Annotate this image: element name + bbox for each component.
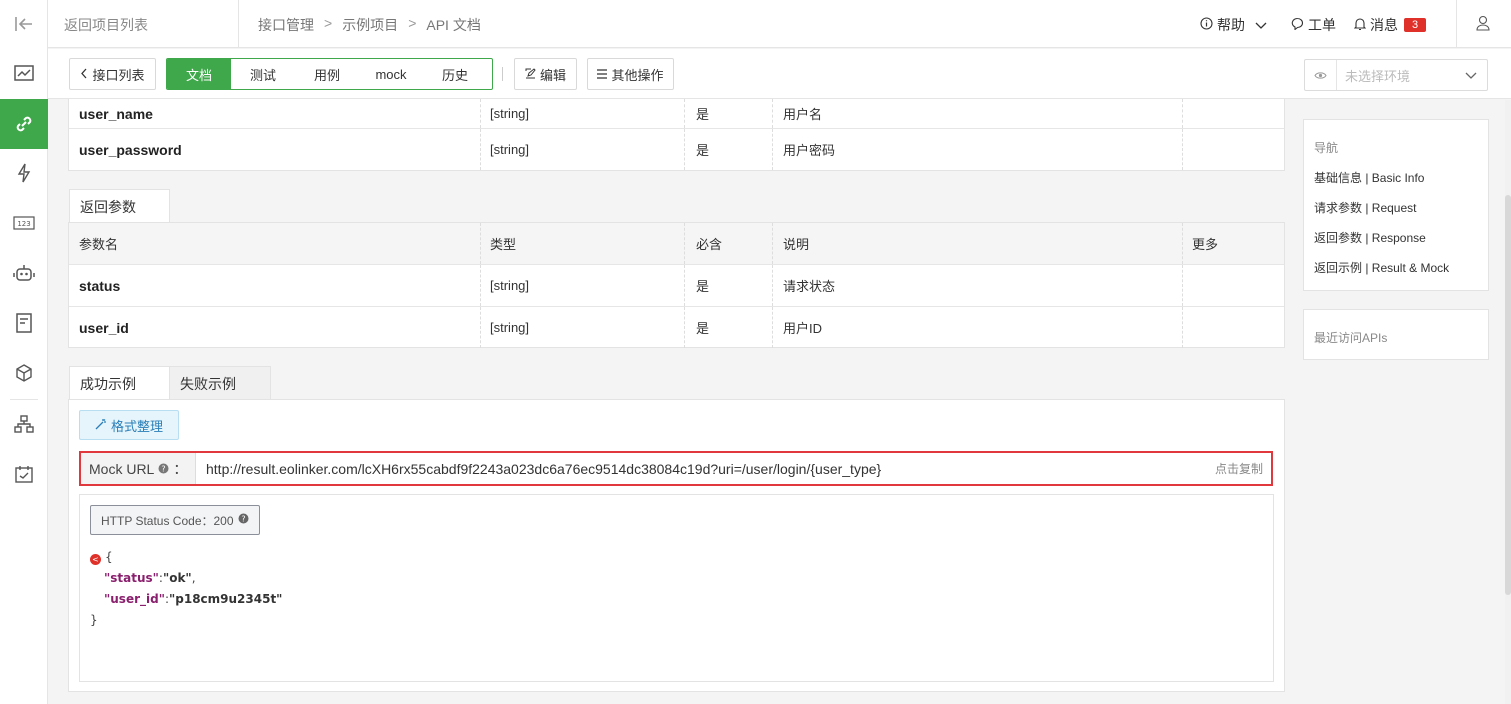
sidebar-dashboard-icon[interactable] <box>0 49 48 97</box>
nav-item-request[interactable]: 请求参数 | Request <box>1314 199 1416 216</box>
help-label: 帮助 <box>1217 17 1245 33</box>
left-sidebar: 123 <box>0 0 48 704</box>
tab-history[interactable]: 历史 <box>423 59 487 89</box>
user-icon[interactable] <box>1476 15 1490 34</box>
menu-lines-icon <box>597 67 608 82</box>
recent-apis-title: 最近访问APIs <box>1314 331 1388 345</box>
api-toolbar: 接口列表 文档 测试 用例 mock 历史 编辑 其他操作 未选择环境 <box>48 49 1511 99</box>
recent-apis: 最近访问APIs <box>1303 309 1489 360</box>
table-header-row: 参数名 类型 必含 说明 更多 <box>69 223 1284 265</box>
tab-response-params[interactable]: 返回参数 <box>69 189 170 223</box>
mock-url-field: Mock URL ? ： http://result.eolinker.com/… <box>79 451 1273 486</box>
chevron-right-icon: > <box>324 15 333 31</box>
sidebar-document-icon[interactable] <box>0 299 48 347</box>
breadcrumb-item[interactable]: 接口管理 <box>258 15 314 35</box>
collapse-sidebar-icon[interactable] <box>0 0 48 48</box>
json-viewer: <{ "status":"ok", "user_id":"p18cm9u2345… <box>90 550 283 627</box>
nav-item-response[interactable]: 返回参数 | Response <box>1314 229 1426 246</box>
edit-button[interactable]: 编辑 <box>514 58 577 90</box>
magic-wand-icon <box>95 418 107 433</box>
tab-doc[interactable]: 文档 <box>167 59 231 89</box>
breadcrumb-item: API 文档 <box>426 17 481 33</box>
response-example-box: HTTP Status Code：200 ? <{ "status":"ok",… <box>79 494 1274 682</box>
environment-select[interactable]: 未选择环境 <box>1304 59 1488 91</box>
table-row: status [string] 是 请求状态 <box>69 265 1284 307</box>
chevron-down-icon <box>1465 68 1487 83</box>
navigation-title: 导航 <box>1314 141 1339 155</box>
sidebar-lightning-icon[interactable] <box>0 149 48 197</box>
svg-text:?: ? <box>162 464 166 473</box>
svg-text:123: 123 <box>17 220 30 228</box>
table-row: user_id [string] 是 用户ID <box>69 307 1284 348</box>
tab-test[interactable]: 测试 <box>231 59 295 89</box>
tab-success-example[interactable]: 成功示例 <box>69 366 170 400</box>
messages-button[interactable]: 消息 3 <box>1353 15 1427 35</box>
sidebar-robot-icon[interactable] <box>0 249 48 297</box>
page-navigation: 导航 基础信息 | Basic Info 请求参数 | Request 返回参数… <box>1303 119 1489 291</box>
breadcrumb: 接口管理 > 示例项目 > API 文档 <box>258 15 481 35</box>
help-circle-icon[interactable]: ? <box>158 461 169 477</box>
sidebar-calendar-icon[interactable] <box>0 450 48 498</box>
tab-failure-example[interactable]: 失败示例 <box>169 366 271 400</box>
sidebar-hierarchy-icon[interactable] <box>0 400 48 448</box>
help-circle-icon: ? <box>238 513 249 527</box>
table-row: user_name [string] 是 用户名 <box>69 99 1284 129</box>
chevron-down-icon <box>1255 17 1267 33</box>
ticket-label: 工单 <box>1308 17 1336 33</box>
chevron-right-icon: > <box>408 15 417 31</box>
mock-url-value[interactable]: http://result.eolinker.com/lcXH6rx55cabd… <box>196 461 1215 477</box>
chevron-left-icon <box>80 67 88 82</box>
sidebar-123-icon[interactable]: 123 <box>0 199 48 247</box>
bell-icon <box>1353 17 1367 34</box>
tab-cases[interactable]: 用例 <box>295 59 359 89</box>
nav-item-result-mock[interactable]: 返回示例 | Result & Mock <box>1314 259 1449 276</box>
edit-icon <box>525 67 536 82</box>
mock-url-label: Mock URL ? ： <box>81 453 196 484</box>
page-scrollbar[interactable] <box>1505 100 1511 704</box>
doc-tab-group: 文档 测试 用例 mock 历史 <box>166 58 493 90</box>
info-icon <box>1200 17 1213 33</box>
collapse-toggle-icon[interactable]: < <box>90 554 101 565</box>
api-list-button[interactable]: 接口列表 <box>69 58 156 90</box>
http-status-code-button[interactable]: HTTP Status Code：200 ? <box>90 505 260 535</box>
response-params-table: 参数名 类型 必含 说明 更多 status [string] 是 请求状态 u… <box>68 222 1285 348</box>
breadcrumb-item[interactable]: 示例项目 <box>342 15 398 35</box>
table-row: user_password [string] 是 用户密码 <box>69 129 1284 170</box>
top-header: 返回项目列表 接口管理 > 示例项目 > API 文档 帮助 工单 消息 3 <box>48 0 1511 48</box>
chat-bubble-icon <box>1291 17 1304 33</box>
messages-label: 消息 <box>1370 17 1398 33</box>
tab-mock[interactable]: mock <box>359 59 423 89</box>
copy-link[interactable]: 点击复制 <box>1215 460 1271 477</box>
more-actions-button[interactable]: 其他操作 <box>587 58 674 90</box>
environment-placeholder: 未选择环境 <box>1345 68 1411 84</box>
help-menu[interactable]: 帮助 <box>1200 15 1267 35</box>
sidebar-package-icon[interactable] <box>0 349 48 397</box>
back-to-projects-link[interactable]: 返回项目列表 <box>64 15 148 35</box>
request-params-table: user_name [string] 是 用户名 user_password [… <box>68 99 1285 171</box>
ticket-button[interactable]: 工单 <box>1291 15 1336 35</box>
format-button[interactable]: 格式整理 <box>79 410 179 440</box>
sidebar-api-link-icon[interactable] <box>0 99 48 149</box>
eye-icon <box>1305 60 1337 90</box>
message-count-badge: 3 <box>1404 18 1427 32</box>
svg-text:?: ? <box>241 514 245 523</box>
nav-item-basic-info[interactable]: 基础信息 | Basic Info <box>1314 169 1424 186</box>
